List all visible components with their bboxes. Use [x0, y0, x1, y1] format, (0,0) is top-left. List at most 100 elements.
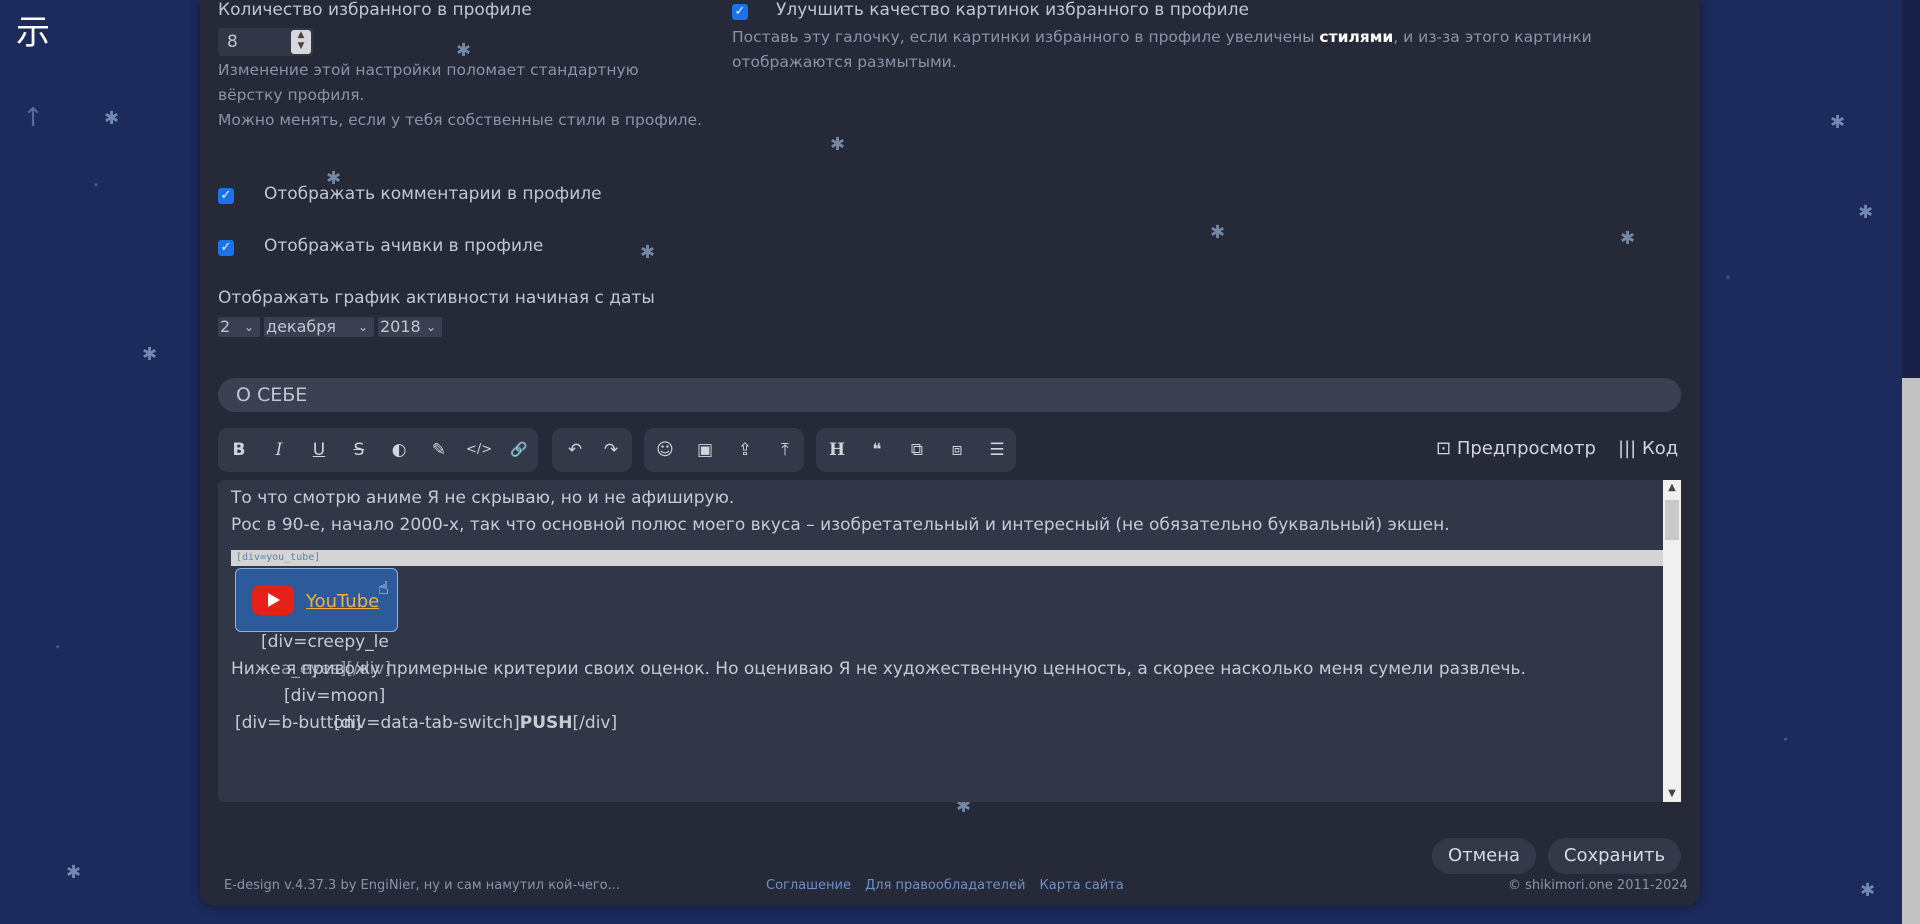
- snowflake-icon: ✱: [1858, 202, 1874, 223]
- bold-button[interactable]: B: [226, 438, 252, 462]
- barcode-icon: |||: [1618, 438, 1637, 459]
- code-view-button[interactable]: ||| Код: [1618, 438, 1678, 459]
- hand-cursor-icon: ☝: [378, 578, 389, 599]
- favorites-count-value: 8: [227, 32, 238, 52]
- show-achievements-label: Отображать ачивки в профиле: [264, 236, 544, 256]
- image-quality-hint: Поставь эту галочку, если картинки избра…: [732, 25, 1632, 75]
- heading-button[interactable]: H: [824, 438, 850, 462]
- preview-button[interactable]: ⊡ Предпросмотр: [1436, 438, 1596, 459]
- rights-holders-link[interactable]: Для правообладателей: [865, 878, 1025, 893]
- code-view-label: Код: [1641, 438, 1679, 459]
- quote-icon[interactable]: ❝: [864, 438, 890, 462]
- underline-button[interactable]: U: [306, 438, 332, 462]
- hint-text: , и из-за этого картинки: [1393, 28, 1592, 46]
- resize-icon[interactable]: ⧉: [904, 438, 930, 462]
- footer-links: Соглашение Для правообладателей Карта са…: [766, 878, 1134, 893]
- align-top-icon[interactable]: ⤒: [772, 438, 798, 462]
- snowflake-icon: ✱: [1860, 880, 1876, 901]
- editor-scroll-thumb[interactable]: [1665, 500, 1679, 540]
- footer-design-credit: E-design v.4.37.3 by EngiNier, ну и сам …: [224, 878, 620, 893]
- snowflake-icon: ✱: [142, 344, 158, 365]
- chevron-down-icon: ⌄: [357, 320, 368, 334]
- day-value: 2: [220, 317, 231, 336]
- chevron-down-icon: ⌄: [425, 320, 436, 334]
- snowflake-icon: ✱: [1620, 228, 1636, 249]
- month-value: декабря: [266, 317, 337, 336]
- page-scroll-thumb[interactable]: [1902, 378, 1920, 924]
- code-icon[interactable]: </>: [466, 438, 492, 462]
- hint-bold: стилями: [1319, 28, 1394, 46]
- year-value: 2018: [380, 317, 421, 336]
- div-tag-label: [div=you_tube]: [231, 550, 1676, 566]
- month-select[interactable]: декабря ⌄: [264, 317, 374, 337]
- show-achievements-checkbox[interactable]: ✓: [218, 240, 234, 256]
- number-stepper[interactable]: ▲ ▼: [291, 30, 311, 54]
- hint-line: Изменение этой настройки поломает станда…: [218, 61, 639, 79]
- favorites-count-input[interactable]: 8 ▲ ▼: [218, 28, 313, 56]
- agreement-link[interactable]: Соглашение: [766, 878, 851, 893]
- link-icon[interactable]: 🔗: [506, 438, 532, 462]
- about-editor[interactable]: То что смотрю аниме Я не скрываю, но и н…: [218, 480, 1681, 802]
- editor-line: [div=moon]: [284, 686, 386, 706]
- sitemap-link[interactable]: Карта сайта: [1040, 878, 1124, 893]
- day-select[interactable]: 2 ⌄: [218, 317, 260, 337]
- favorites-count-label: Количество избранного в профиле: [218, 0, 532, 20]
- undo-icon[interactable]: ↶: [562, 438, 588, 462]
- editor-line: То что смотрю аниме Я не скрываю, но и н…: [231, 488, 735, 508]
- left-rail: 示 ↑: [0, 0, 66, 924]
- preview-icon: ⊡: [1436, 438, 1452, 459]
- hint-line: вёрстку профиля.: [218, 86, 365, 104]
- snowflake-icon: ✱: [640, 242, 656, 263]
- redo-icon[interactable]: ↷: [598, 438, 624, 462]
- editor-line: Ниже я привожу примерные критерии своих …: [231, 659, 1526, 679]
- toolbar-media-group: ☺ ▣ ⇪ ⤒: [644, 428, 804, 472]
- scroll-up-icon[interactable]: ↑: [20, 105, 46, 131]
- show-comments-label: Отображать комментарии в профиле: [264, 184, 602, 204]
- editor-scrollbar[interactable]: ▲ ▼: [1663, 480, 1681, 802]
- about-section-title: О СЕБЕ: [218, 378, 1681, 412]
- editor-line: [div=data-tab-switch]PUSH[/div]: [334, 713, 617, 733]
- smiley-icon[interactable]: ☺: [652, 438, 678, 462]
- youtube-button[interactable]: YouTube: [235, 568, 398, 632]
- preview-label: Предпросмотр: [1456, 438, 1596, 459]
- save-button[interactable]: Сохранить: [1548, 838, 1681, 874]
- activity-graph-label: Отображать график активности начиная с д…: [218, 288, 655, 308]
- editor-bold: PUSH: [519, 713, 573, 733]
- toolbar-block-group: H ❝ ⧉ ⧈ ☰: [816, 428, 1016, 472]
- favorites-count-hint: Изменение этой настройки поломает станда…: [218, 58, 738, 133]
- image-quality-label: Улучшить качество картинок избранного в …: [776, 0, 1249, 20]
- snowflake-icon: ✱: [66, 862, 82, 883]
- page-scrollbar[interactable]: [1902, 0, 1920, 924]
- hint-line: Можно менять, если у тебя собственные ст…: [218, 111, 703, 129]
- strikethrough-button[interactable]: S: [346, 438, 372, 462]
- scroll-down-arrow-icon[interactable]: ▼: [1663, 786, 1681, 802]
- youtube-logo-icon: [252, 585, 294, 615]
- color-pen-icon[interactable]: ✎: [426, 438, 452, 462]
- hint-text: Поставь эту галочку, если картинки избра…: [732, 28, 1320, 46]
- youtube-link[interactable]: YouTube: [306, 591, 379, 612]
- editor-text: [/div]: [572, 713, 618, 733]
- cancel-button[interactable]: Отмена: [1432, 838, 1536, 874]
- image-quality-checkbox[interactable]: ✓: [732, 4, 748, 20]
- hint-line: Поставь эту галочку, если картинки избра…: [732, 25, 1632, 50]
- footer-copyright: © shikimori.one 2011-2024: [1508, 878, 1688, 893]
- snowflake-icon: ✱: [1210, 222, 1226, 243]
- chevron-down-icon: ⌄: [243, 320, 254, 334]
- list-icon[interactable]: ☰: [984, 438, 1010, 462]
- image-icon[interactable]: ▣: [692, 438, 718, 462]
- year-select[interactable]: 2018 ⌄: [378, 317, 442, 337]
- toolbar-history-group: ↶ ↷: [552, 428, 632, 472]
- scroll-up-arrow-icon[interactable]: ▲: [1663, 480, 1681, 496]
- spoiler-icon[interactable]: ◐: [386, 438, 412, 462]
- snowflake-icon: ✱: [830, 134, 846, 155]
- snowflake-icon: ✱: [1830, 112, 1846, 133]
- editor-line: [div=creepy_le: [261, 632, 389, 652]
- italic-button[interactable]: I: [266, 438, 292, 462]
- upload-icon[interactable]: ⇪: [732, 438, 758, 462]
- editor-line: Рос в 90-е, начало 2000-х, так что основ…: [231, 515, 1450, 535]
- site-logo[interactable]: 示: [12, 12, 54, 54]
- resize-alt-icon[interactable]: ⧈: [944, 438, 970, 462]
- editor-text: [div=data-tab-switch]: [334, 713, 520, 733]
- settings-panel: ✱ ✱ ✱ ✱ ✱ ✱ ✱ ✱ ✱ Количество избранного …: [200, 0, 1700, 906]
- show-comments-checkbox[interactable]: ✓: [218, 188, 234, 204]
